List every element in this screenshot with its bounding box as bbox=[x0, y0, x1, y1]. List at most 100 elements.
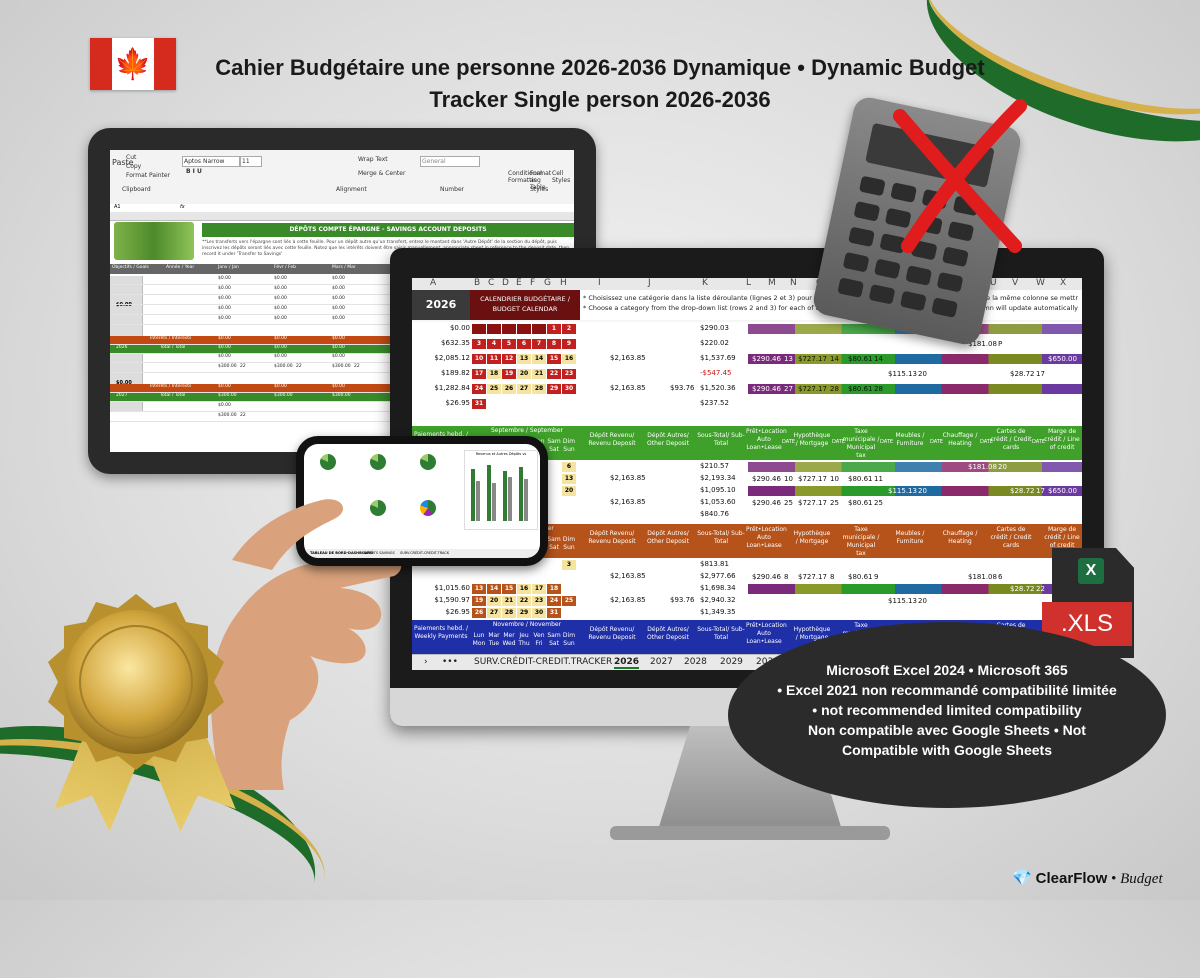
tax-date: 25 bbox=[874, 499, 883, 507]
calendar-day[interactable]: 18 bbox=[487, 369, 501, 379]
bar-chart-icon: Revenus et Autres Dépôts vs bbox=[464, 450, 538, 530]
calendar-day[interactable]: 19 bbox=[502, 369, 516, 379]
tab-credit-tracker[interactable]: SURV.CRÉDIT-CREDIT.TRACKER bbox=[474, 657, 612, 667]
subtotal-header: Sous-Total/ Sub-Total bbox=[697, 432, 745, 447]
tab-2026[interactable]: 2026 bbox=[614, 657, 640, 669]
calendar-day[interactable]: 20 bbox=[517, 369, 531, 379]
calendar-day[interactable]: 9 bbox=[562, 339, 576, 349]
calendar-day[interactable]: 22 bbox=[517, 596, 531, 606]
phone-tab-savings[interactable]: DÉPÔTS SAVINGS bbox=[364, 551, 395, 555]
wrap-text-button[interactable]: Wrap Text bbox=[358, 156, 388, 163]
calendar-day[interactable] bbox=[487, 324, 501, 334]
calendar-day[interactable]: 8 bbox=[547, 339, 561, 349]
phone-tab-credit[interactable]: SURV.CRÉDIT-CREDIT.TRACK bbox=[400, 551, 449, 555]
calendar-day[interactable]: 29 bbox=[517, 608, 531, 618]
calendar-day[interactable]: 15 bbox=[547, 354, 561, 364]
cell-styles-button[interactable]: Cell Styles bbox=[552, 170, 572, 184]
calendar-day[interactable] bbox=[472, 324, 486, 334]
budget-calendar-header: CALENDRIER BUDGÉTAIRE / BUDGET CALENDAR bbox=[470, 290, 580, 320]
calendar-day[interactable]: 13 bbox=[472, 584, 486, 594]
heating-date: P bbox=[998, 340, 1003, 348]
calendar-day[interactable]: 16 bbox=[562, 354, 576, 364]
font-size-select[interactable]: 11 bbox=[240, 156, 262, 167]
calendar-day[interactable]: 19 bbox=[472, 596, 486, 606]
calendar-day[interactable]: 24 bbox=[472, 384, 486, 394]
tabs-more[interactable]: ••• bbox=[442, 657, 458, 667]
format-painter-button[interactable]: Format Painter bbox=[126, 172, 170, 179]
calendar-day[interactable]: 3 bbox=[472, 339, 486, 349]
tab-2028[interactable]: 2028 bbox=[684, 657, 707, 667]
calendar-day[interactable]: 29 bbox=[547, 384, 561, 394]
calendar-day[interactable]: 14 bbox=[487, 584, 501, 594]
subtotal: $2,193.34 bbox=[700, 474, 736, 482]
calendar-day[interactable]: 17 bbox=[532, 584, 546, 594]
calendar-day[interactable]: 26 bbox=[472, 608, 486, 618]
cut-button[interactable]: Cut bbox=[126, 154, 136, 161]
name-box[interactable]: A1 bbox=[114, 204, 121, 210]
tab-2029[interactable]: 2029 bbox=[720, 657, 743, 667]
calendar-day[interactable]: 30 bbox=[562, 384, 576, 394]
calendar-day[interactable]: 26 bbox=[502, 384, 516, 394]
calendar-day[interactable]: 20 bbox=[562, 486, 576, 496]
calendar-day[interactable]: 10 bbox=[472, 354, 486, 364]
calendar-day[interactable]: 21 bbox=[502, 596, 516, 606]
calendar-day[interactable]: 14 bbox=[532, 354, 546, 364]
calendar-day[interactable]: 20 bbox=[487, 596, 501, 606]
total-label: Total / Total bbox=[160, 393, 186, 398]
furniture-date: 20 bbox=[918, 487, 927, 495]
calendar-day[interactable]: 11 bbox=[487, 354, 501, 364]
calendar-day[interactable]: 25 bbox=[487, 384, 501, 394]
calendar-day[interactable]: 25 bbox=[562, 596, 576, 606]
row-value: $300.00 bbox=[218, 364, 237, 369]
copy-button[interactable]: Copy bbox=[126, 163, 141, 170]
furniture-header: Meubles / Furniture bbox=[895, 432, 925, 447]
calendar-day[interactable]: 28 bbox=[532, 384, 546, 394]
calendar-day[interactable]: 2 bbox=[562, 324, 576, 334]
calendar-day[interactable] bbox=[502, 324, 516, 334]
tab-2027[interactable]: 2027 bbox=[650, 657, 673, 667]
calendar-day[interactable]: 30 bbox=[532, 608, 546, 618]
tax-date: 28 bbox=[874, 385, 883, 393]
calendar-day[interactable]: 13 bbox=[517, 354, 531, 364]
calendar-day[interactable]: 31 bbox=[472, 399, 486, 409]
calendar-day[interactable]: 16 bbox=[517, 584, 531, 594]
calendar-day[interactable]: 24 bbox=[547, 596, 561, 606]
calendar-day[interactable]: 18 bbox=[547, 584, 561, 594]
calendar-day[interactable]: 17 bbox=[472, 369, 486, 379]
calendar-day[interactable]: 6 bbox=[517, 339, 531, 349]
other-deposit-header: Dépôt Autres/ Other Deposit bbox=[647, 530, 689, 545]
tab-scroll-right[interactable]: › bbox=[424, 657, 428, 667]
number-format-select[interactable]: General bbox=[420, 156, 480, 167]
income-deposit: $2,163.85 bbox=[610, 572, 646, 580]
bold-button[interactable]: B I U bbox=[186, 168, 202, 175]
font-name-select[interactable]: Aptos Narrow bbox=[182, 156, 240, 167]
calendar-day[interactable]: 23 bbox=[532, 596, 546, 606]
row-value: $0.00 bbox=[218, 403, 231, 408]
calendar-day[interactable]: 15 bbox=[502, 584, 516, 594]
calendar-day[interactable]: 12 bbox=[502, 354, 516, 364]
calendar-day[interactable]: 21 bbox=[532, 369, 546, 379]
calendar-day[interactable]: 27 bbox=[517, 384, 531, 394]
calendar-day[interactable]: 31 bbox=[547, 608, 561, 618]
calendar-day[interactable]: 6 bbox=[562, 462, 576, 472]
row-value: $300.00 bbox=[332, 364, 351, 369]
calendar-day[interactable]: 1 bbox=[547, 324, 561, 334]
calendar-day[interactable]: 5 bbox=[502, 339, 516, 349]
income-deposit: $2,163.85 bbox=[610, 474, 646, 482]
heating-date: 20 bbox=[998, 463, 1007, 471]
calendar-day[interactable] bbox=[532, 324, 546, 334]
row-value: $0.00 bbox=[332, 316, 345, 321]
month-block-october: $1,015.60 $1,590.97 $26.95 3 13 14 15 16… bbox=[412, 558, 1082, 620]
merge-center-button[interactable]: Merge & Center bbox=[358, 170, 405, 177]
calendar-day[interactable]: 27 bbox=[487, 608, 501, 618]
calendar-day[interactable] bbox=[517, 324, 531, 334]
row-value: $0.00 bbox=[332, 286, 345, 291]
calendar-day[interactable]: 3 bbox=[562, 560, 576, 570]
calendar-day[interactable]: 7 bbox=[532, 339, 546, 349]
calendar-day[interactable]: 23 bbox=[562, 369, 576, 379]
calendar-day[interactable]: 22 bbox=[547, 369, 561, 379]
calendar-day[interactable]: 4 bbox=[487, 339, 501, 349]
income-deposit-header: Dépôt Revenu/ Revenu Deposit bbox=[588, 432, 636, 447]
calendar-day[interactable]: 28 bbox=[502, 608, 516, 618]
calendar-day[interactable]: 13 bbox=[562, 474, 576, 484]
